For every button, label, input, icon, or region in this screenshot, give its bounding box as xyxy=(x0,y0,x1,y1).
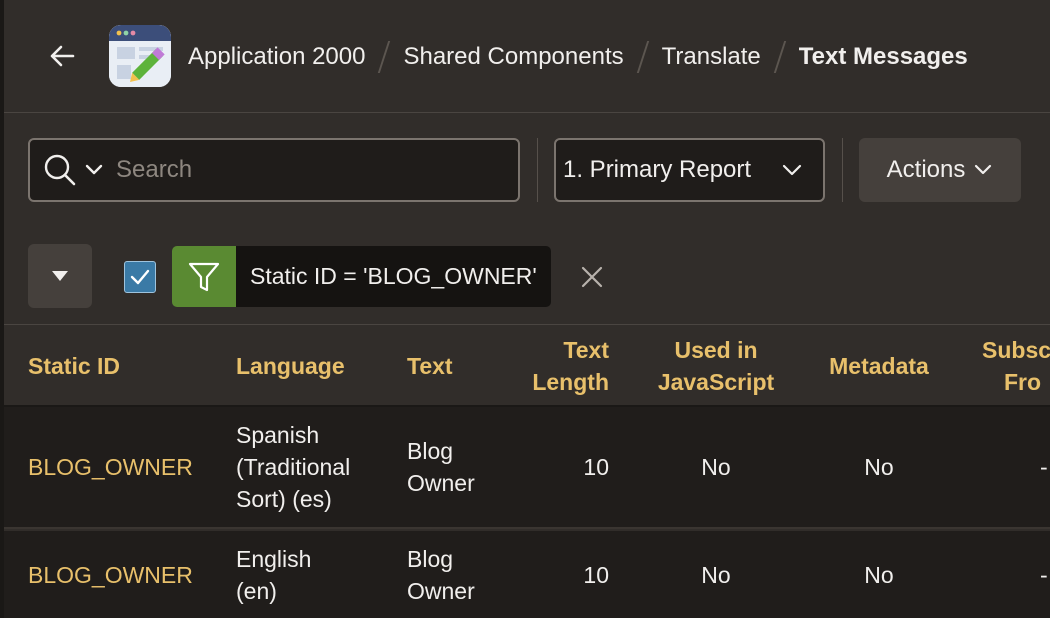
used-in-javascript-cell: No xyxy=(701,562,731,588)
column-header-subscribed-from[interactable]: Subsc Fro xyxy=(982,325,1050,407)
subscribed-from-cell: - xyxy=(1040,562,1048,588)
column-header-label: Text Length xyxy=(532,334,609,398)
caret-down-icon xyxy=(52,271,68,281)
chevron-down-icon xyxy=(782,164,802,176)
search-icon xyxy=(44,154,76,186)
text-line: Blog xyxy=(407,438,454,464)
column-header-line: Subsc xyxy=(982,337,1050,363)
report-select[interactable]: 1. Primary Report xyxy=(554,138,825,202)
page-header: Application 2000 Shared Components Trans… xyxy=(4,0,1050,113)
column-header-label: Subsc Fro xyxy=(982,334,1050,398)
column-header-text[interactable]: Text xyxy=(407,325,507,407)
language-line: Sort) (es) xyxy=(236,486,332,512)
text-line: Owner xyxy=(407,470,475,496)
metadata-cell: No xyxy=(864,454,894,480)
breadcrumb-separator xyxy=(378,41,391,73)
column-header-static-id[interactable]: Static ID xyxy=(28,325,208,407)
static-id-link[interactable]: BLOG_OWNER xyxy=(28,407,218,527)
report-grid: Static ID Language Text Text Length Used… xyxy=(4,325,1050,618)
text-line: Blog xyxy=(407,546,454,572)
chevron-down-icon xyxy=(85,164,103,175)
filter-chip[interactable]: Static ID = 'BLOG_OWNER' xyxy=(172,246,551,307)
page-title: Text Messages xyxy=(798,43,968,70)
breadcrumb: Application 2000 Shared Components Trans… xyxy=(188,40,968,74)
actions-button[interactable]: Actions xyxy=(859,138,1021,202)
text-length-cell: 10 xyxy=(583,562,609,588)
table-row: BLOG_OWNER Spanish (Traditional Sort) (e… xyxy=(4,407,1050,529)
language-line: Spanish xyxy=(236,422,320,448)
language-line: (en) xyxy=(236,578,277,604)
report-select-value: 1. Primary Report xyxy=(563,156,752,183)
text-line: Owner xyxy=(407,578,475,604)
filter-label: Static ID = 'BLOG_OWNER' xyxy=(236,246,551,307)
column-header-line: Used in xyxy=(674,337,758,363)
toolbar-divider xyxy=(537,138,538,202)
filter-row: Static ID = 'BLOG_OWNER' xyxy=(4,225,1050,325)
collapse-filters-button[interactable] xyxy=(28,244,92,308)
breadcrumb-shared-components[interactable]: Shared Components xyxy=(403,43,623,71)
subscribed-from-cell: - xyxy=(1040,454,1048,480)
column-header-used-in-javascript[interactable]: Used in JavaScript xyxy=(644,325,788,407)
remove-filter-button[interactable] xyxy=(576,261,608,293)
back-button[interactable] xyxy=(44,38,80,74)
breadcrumb-separator xyxy=(636,41,649,73)
column-header-line: Fro xyxy=(1003,369,1042,395)
report-toolbar: 1. Primary Report Actions xyxy=(4,113,1050,225)
breadcrumb-separator xyxy=(773,41,786,73)
breadcrumb-translate[interactable]: Translate xyxy=(662,43,761,71)
breadcrumb-application[interactable]: Application 2000 xyxy=(188,43,365,71)
column-header-label: Metadata xyxy=(829,353,929,379)
search-box xyxy=(28,138,520,202)
column-header-line: Length xyxy=(532,369,609,395)
static-id-link[interactable]: BLOG_OWNER xyxy=(28,531,218,618)
table-row: BLOG_OWNER English (en) Blog Owner 10 No… xyxy=(4,531,1050,618)
close-icon xyxy=(581,266,603,288)
column-header-label: Static ID xyxy=(28,353,121,379)
table-header: Static ID Language Text Text Length Used… xyxy=(4,325,1050,407)
chevron-down-icon xyxy=(975,164,992,175)
column-header-line: Text xyxy=(563,337,609,363)
text-cell: Blog Owner xyxy=(407,531,507,618)
language-cell: English (en) xyxy=(236,531,396,618)
filter-icon-box xyxy=(172,246,236,307)
column-header-label: Used in JavaScript xyxy=(658,334,774,398)
column-header-label: Text xyxy=(407,353,453,379)
metadata-cell: No xyxy=(864,562,894,588)
text-cell: Blog Owner xyxy=(407,407,507,527)
language-line: (Traditional xyxy=(236,454,351,480)
language-cell: Spanish (Traditional Sort) (es) xyxy=(236,407,396,527)
checkmark-icon xyxy=(130,269,150,285)
app-edit-icon xyxy=(109,25,171,87)
actions-label: Actions xyxy=(886,156,966,183)
column-header-label: Language xyxy=(236,353,345,379)
arrow-left-icon xyxy=(50,45,75,67)
app-icon xyxy=(109,25,171,87)
filter-icon xyxy=(188,262,220,291)
column-header-language[interactable]: Language xyxy=(236,325,386,407)
column-header-metadata[interactable]: Metadata xyxy=(814,325,944,407)
search-input[interactable] xyxy=(116,156,496,184)
search-column-selector[interactable] xyxy=(30,152,116,188)
toolbar-divider xyxy=(842,138,843,202)
column-header-line: JavaScript xyxy=(657,369,775,395)
used-in-javascript-cell: No xyxy=(701,454,731,480)
text-length-cell: 10 xyxy=(583,454,609,480)
language-line: English xyxy=(236,546,312,572)
filter-enabled-checkbox[interactable] xyxy=(124,261,156,293)
column-header-text-length[interactable]: Text Length xyxy=(509,325,609,407)
